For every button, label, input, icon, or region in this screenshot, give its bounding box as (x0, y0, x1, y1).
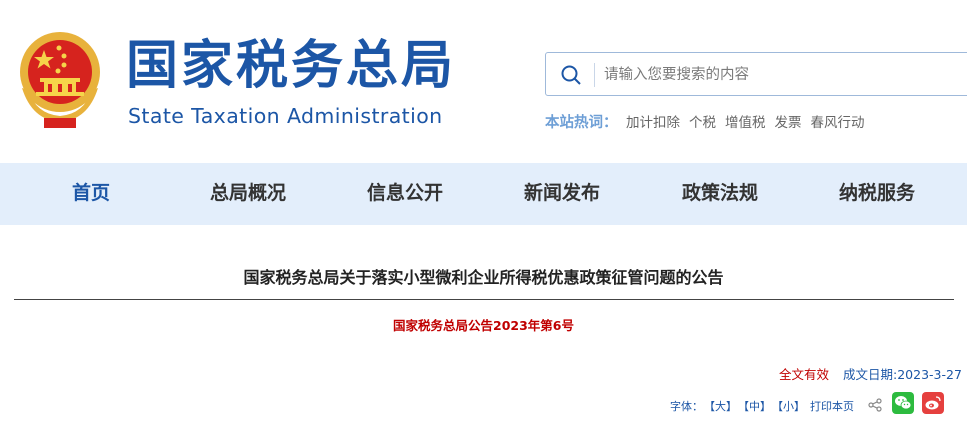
issue-date-label: 成文日期: (843, 367, 898, 382)
nav-policies[interactable]: 政策法规 (682, 180, 758, 206)
weibo-share-icon[interactable] (922, 392, 944, 414)
hot-word-link[interactable]: 春风行动 (811, 115, 865, 131)
font-size-label: 字体： (670, 400, 703, 413)
title-divider (14, 299, 954, 300)
national-emblem-logo (14, 28, 106, 130)
share-icon[interactable] (868, 398, 882, 412)
font-large-button[interactable]: 【大】 (704, 398, 737, 414)
hot-word-link[interactable]: 发票 (775, 115, 802, 131)
site-title-english: State Taxation Administration (128, 104, 443, 128)
issue-date: 成文日期:2023-3-27 (843, 364, 962, 383)
site-title-chinese: 国家税务总局 (126, 36, 457, 96)
nav-about[interactable]: 总局概况 (210, 180, 286, 206)
search-divider (594, 63, 595, 87)
hot-words-list: 加计扣除 个税 增值税 发票 春风行动 (626, 111, 874, 131)
search-input[interactable] (602, 59, 966, 91)
hot-word-link[interactable]: 加计扣除 (626, 115, 680, 131)
nav-home[interactable]: 首页 (72, 180, 110, 206)
search-icon[interactable] (560, 64, 582, 86)
issue-date-value: 2023-3-27 (897, 367, 962, 382)
print-button[interactable]: 打印本页 (810, 398, 854, 414)
hot-word-link[interactable]: 增值税 (725, 115, 766, 131)
validity-status: 全文有效 (779, 367, 830, 382)
nav-info-disclosure[interactable]: 信息公开 (367, 180, 443, 206)
font-medium-button[interactable]: 【中】 (738, 398, 771, 414)
article-title: 国家税务总局关于落实小型微利企业所得税优惠政策征管问题的公告 (243, 268, 724, 287)
document-number: 国家税务总局公告2023年第6号 (393, 318, 574, 333)
wechat-share-icon[interactable] (892, 392, 914, 414)
main-navigation: 首页 总局概况 信息公开 新闻发布 政策法规 纳税服务 (0, 163, 967, 225)
hot-words-label: 本站热词： (545, 115, 618, 131)
nav-tax-service[interactable]: 纳税服务 (839, 180, 915, 206)
nav-news[interactable]: 新闻发布 (524, 180, 600, 206)
font-small-button[interactable]: 【小】 (772, 398, 805, 414)
hot-word-link[interactable]: 个税 (689, 115, 716, 131)
search-box (545, 52, 967, 96)
